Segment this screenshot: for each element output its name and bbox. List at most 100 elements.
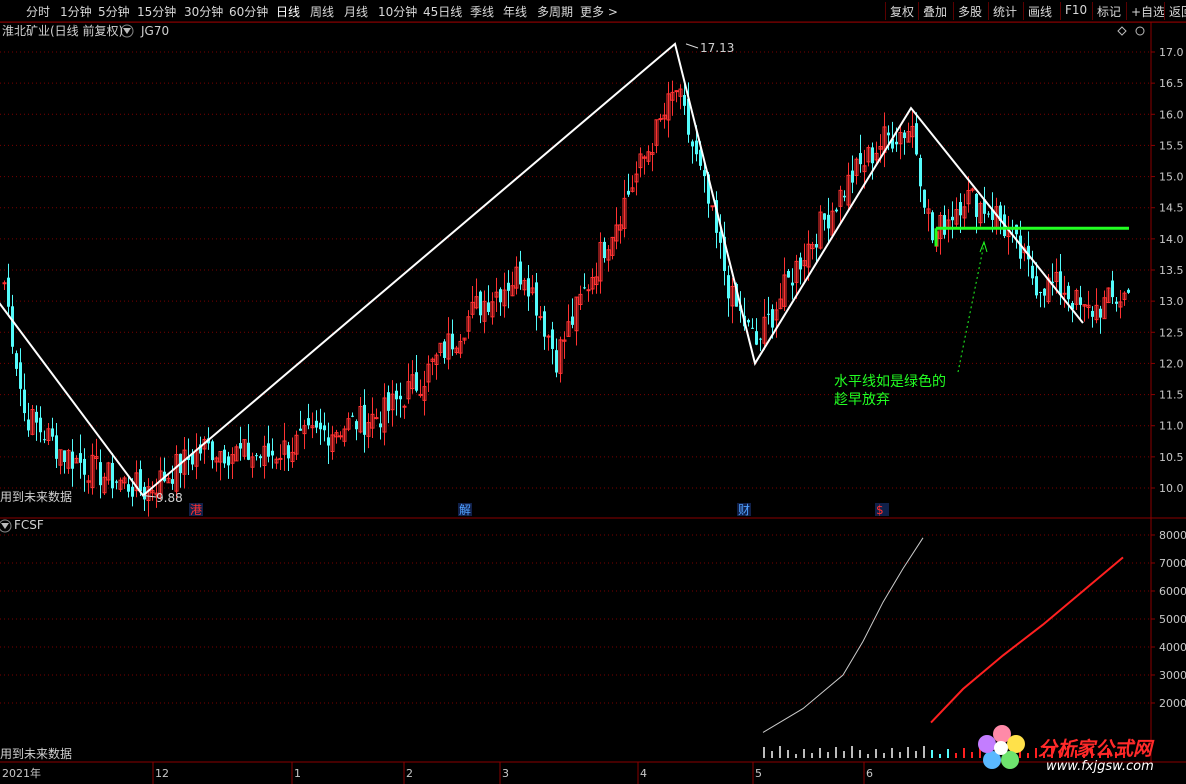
candle-body	[943, 215, 946, 235]
candle-body	[923, 189, 926, 208]
candle-body	[278, 457, 283, 460]
candle-body	[1111, 280, 1114, 298]
candle-body	[555, 350, 558, 373]
candle-body	[823, 213, 826, 220]
sub-white-line	[762, 537, 924, 733]
sub-bar	[787, 750, 789, 758]
candle-body	[418, 393, 423, 396]
logo-petal-icon	[978, 735, 996, 753]
candle-body	[1067, 285, 1070, 300]
sub-bar	[915, 751, 917, 758]
price-tick-label: 15.0	[1159, 171, 1184, 184]
low-label: 9.88	[156, 491, 183, 505]
candle-body	[915, 123, 918, 155]
event-marker: 财	[738, 503, 750, 517]
stock-title: 淮北矿业(日线 前复权)	[2, 23, 123, 38]
candle-body	[51, 428, 54, 437]
candle-body	[519, 261, 522, 285]
candle-body	[1039, 291, 1042, 293]
price-tick-label: 14.0	[1159, 233, 1184, 246]
sub-indicator-name[interactable]: FCSF	[14, 518, 44, 532]
candle-body	[931, 212, 934, 241]
candle-body	[851, 170, 854, 183]
candle-body	[443, 341, 446, 358]
candle-body	[63, 450, 66, 462]
price-tick-label: 12.5	[1159, 326, 1184, 339]
candle-body	[19, 362, 22, 389]
sub-tick-label: 2000	[1159, 697, 1186, 710]
chart-canvas: 港 解 财 $ 17.0 16.5 16.0 15.5 15.0 14.5 14.0 13.5 13.…	[0, 21, 1186, 784]
sub-bar	[779, 746, 781, 758]
sub-dropdown-icon	[1, 523, 9, 529]
candle-body	[959, 202, 962, 216]
sub-bar	[771, 751, 773, 758]
candle-body	[171, 479, 174, 484]
candle-body	[1115, 301, 1118, 304]
candle-body	[395, 390, 398, 400]
candle-body	[247, 442, 250, 460]
candle-body	[355, 421, 358, 430]
event-marker: 港	[190, 503, 202, 517]
price-tick-label: 16.5	[1159, 77, 1184, 90]
candle-body	[1031, 265, 1034, 279]
candle-body	[586, 289, 591, 292]
logo-petal-icon	[1007, 735, 1025, 753]
candle-body	[887, 132, 890, 136]
candle-body	[271, 450, 274, 456]
price-tick-label: 13.5	[1159, 264, 1184, 277]
candle-body	[583, 287, 586, 289]
candle-body	[487, 302, 490, 312]
candles-layer	[2, 80, 1130, 517]
candle-body	[759, 338, 762, 340]
sub-bar	[963, 748, 965, 758]
candle-body	[374, 417, 379, 420]
event-marker: $	[876, 503, 884, 517]
candle-body	[15, 353, 18, 369]
candle-body	[307, 418, 310, 426]
candle-body	[255, 455, 258, 457]
future-data-note: 用到未来数据	[0, 489, 72, 504]
candle-body	[79, 453, 82, 463]
candle-body	[299, 428, 302, 431]
candle-body	[903, 132, 906, 139]
price-tick-label: 14.5	[1159, 202, 1184, 215]
sub-bar	[875, 749, 877, 758]
sub-tick-label: 5000	[1159, 613, 1186, 626]
candle-body	[39, 417, 42, 433]
price-tick-label: 10.5	[1159, 451, 1184, 464]
candle-body	[691, 141, 694, 147]
sub-bar	[819, 748, 821, 758]
candle-body	[674, 90, 679, 93]
candle-body	[827, 214, 830, 229]
candle-body	[815, 244, 818, 248]
candle-body	[327, 437, 330, 446]
candle-body	[787, 271, 790, 278]
candle-body	[451, 333, 454, 350]
sub-bar	[851, 746, 853, 758]
year-label: 2021年	[2, 766, 41, 780]
indicator-name[interactable]: JG70	[140, 24, 169, 38]
candle-body	[27, 419, 30, 431]
candle-body	[727, 275, 730, 299]
sub-bar	[827, 752, 829, 758]
high-pointer	[685, 43, 699, 49]
sub-tick-label: 4000	[1159, 641, 1186, 654]
sub-bar	[971, 752, 973, 758]
candle-body	[799, 257, 802, 270]
candle-body	[791, 282, 794, 286]
annotation-arrow	[957, 243, 985, 373]
candle-body	[319, 422, 322, 430]
candle-body	[131, 486, 134, 497]
sub-bar	[811, 753, 813, 758]
candle-body	[751, 327, 754, 329]
candle-body	[55, 435, 58, 459]
candle-body	[415, 372, 418, 391]
month-label: 6	[866, 767, 873, 780]
sub-bar	[859, 750, 861, 758]
candle-body	[755, 331, 758, 345]
candle-body	[315, 420, 318, 428]
candle-body	[603, 241, 606, 259]
price-tick-label: 11.5	[1159, 389, 1184, 402]
candle-body	[1043, 288, 1046, 296]
sub-bar	[931, 750, 933, 758]
